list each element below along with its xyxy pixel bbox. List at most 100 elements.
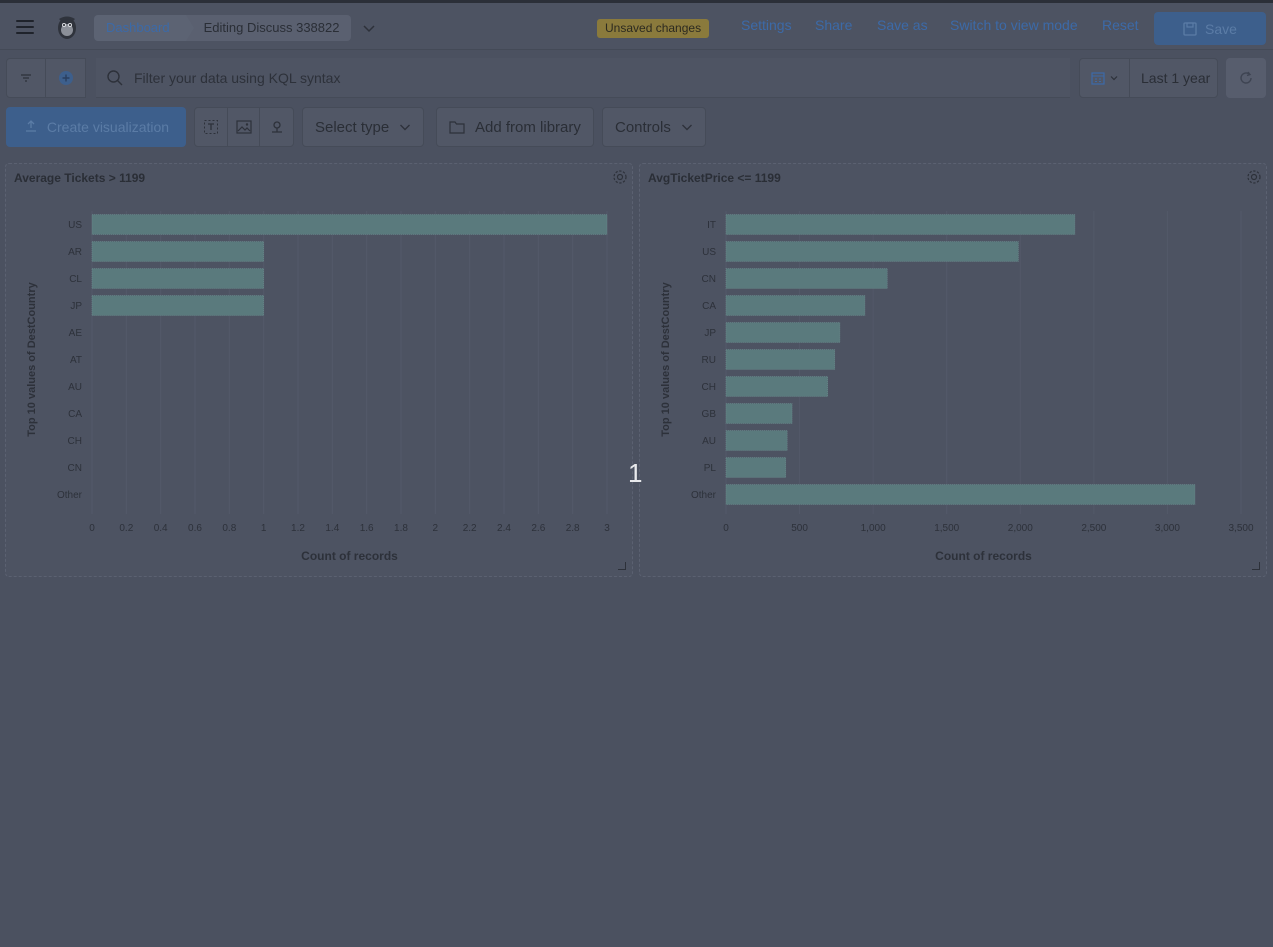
bar [725, 214, 1076, 235]
y-tick-label: CH [702, 382, 716, 393]
x-tick-label: 0.6 [188, 523, 202, 534]
x-tick-label: 1,500 [934, 523, 959, 534]
menu-icon[interactable] [14, 17, 36, 37]
add-map-button[interactable] [260, 108, 293, 146]
filter-icon [21, 74, 31, 82]
y-tick-label: AR [68, 247, 82, 258]
unsaved-changes-badge: Unsaved changes [597, 19, 710, 38]
panel-avg-ticket-price: AvgTicketPrice <= 1199 0 500 1,000 1,500 2,0… [639, 163, 1267, 577]
y-tick-label: JP [704, 328, 716, 339]
bar [725, 268, 888, 289]
resize-handle[interactable] [618, 562, 626, 570]
kql-search-input[interactable]: Filter your data using KQL syntax [96, 58, 1070, 98]
select-type-dropdown[interactable]: Select type [302, 107, 425, 147]
y-tick-label: US [702, 247, 716, 258]
breadcrumb: Dashboard Editing Discuss 338822 [94, 15, 377, 41]
x-tick-label: 0.4 [154, 523, 168, 534]
y-tick-label: JP [70, 301, 82, 312]
y-tick-label: US [68, 220, 82, 231]
x-tick-label: 3 [604, 523, 610, 534]
refresh-icon [1240, 71, 1252, 84]
app-header: Dashboard Editing Discuss 338822 Unsaved… [0, 3, 1273, 50]
bar [725, 430, 788, 451]
bar-chart-average-tickets: 0 0.2 0.4 0.6 0.8 1 1.2 1.4 1.6 1.8 2 2.2 2.4 2.6 2.8 3… [26, 211, 610, 563]
search-icon [107, 69, 123, 85]
x-tick-label: 0.8 [222, 523, 236, 534]
controls-label: Controls [615, 118, 671, 136]
quick-create-group [194, 107, 294, 147]
date-quick-menu-button[interactable] [1080, 59, 1130, 97]
x-tick-label: 2.4 [497, 523, 511, 534]
x-tick-label: 2,000 [1008, 523, 1033, 534]
y-tick-label: IT [707, 220, 716, 231]
y-tick-label: CN [702, 274, 716, 285]
bar-chart-avg-ticket-price: 0 500 1,000 1,500 2,000 2,500 3,000 3,500 IT US CN… [660, 211, 1254, 563]
text-icon [203, 120, 218, 134]
y-tick-label: GB [702, 409, 717, 420]
elastic-logo-icon[interactable] [54, 13, 80, 41]
x-tick-label: 2 [433, 523, 439, 534]
add-text-button[interactable] [195, 108, 228, 146]
x-tick-label: 3,000 [1155, 523, 1180, 534]
y-tick-label: Other [57, 490, 83, 501]
x-tick-label: 1 [261, 523, 267, 534]
date-picker: Last 1 year [1079, 58, 1218, 98]
settings-link[interactable]: Settings [741, 17, 792, 33]
breadcrumb-dashboard[interactable]: Dashboard [94, 15, 194, 41]
add-from-library-button[interactable]: Add from library [436, 107, 594, 147]
x-tick-label: 500 [791, 523, 808, 534]
bar [91, 268, 264, 289]
save-icon [1183, 21, 1197, 36]
bar [725, 403, 793, 424]
y-tick-label: CH [68, 436, 82, 447]
chevron-down-icon [681, 124, 692, 131]
query-bar: Filter your data using KQL syntax Last 1… [6, 58, 1266, 98]
resize-handle[interactable] [1252, 562, 1260, 570]
bar [91, 241, 264, 262]
refresh-button[interactable] [1226, 58, 1266, 98]
panel-average-tickets: Average Tickets > 1199 0 0.2 0.4 0.6 0.8 1 1.2… [5, 163, 633, 577]
x-tick-label: 0.2 [119, 523, 133, 534]
filter-menu-button[interactable] [7, 59, 47, 97]
y-tick-label: CN [68, 463, 82, 474]
time-range-label[interactable]: Last 1 year [1130, 70, 1210, 86]
map-marker-icon [271, 121, 282, 133]
bar [91, 295, 264, 316]
x-tick-label: 2.2 [463, 523, 477, 534]
x-tick-label: 2.8 [566, 523, 580, 534]
controls-dropdown[interactable]: Controls [602, 107, 706, 147]
create-visualization-label: Create visualization [46, 119, 170, 135]
x-tick-label: 1.6 [360, 523, 374, 534]
y-tick-label: AT [70, 355, 82, 366]
x-tick-label: 0 [723, 523, 729, 534]
y-tick-label: PL [704, 463, 717, 474]
y-tick-label: CA [702, 301, 716, 312]
bar [725, 349, 836, 370]
calendar-icon [1090, 72, 1105, 85]
x-tick-label: 3,500 [1228, 523, 1253, 534]
x-tick-label: 0 [89, 523, 95, 534]
save-button[interactable]: Save [1154, 12, 1266, 45]
add-from-library-label: Add from library [475, 118, 581, 136]
add-filter-button[interactable] [46, 59, 85, 97]
visualize-icon [25, 120, 36, 132]
bar [725, 457, 787, 478]
chevron-down-icon[interactable] [361, 20, 377, 36]
y-tick-label: Other [691, 490, 717, 501]
save-label: Save [1205, 20, 1237, 37]
bar [725, 241, 1019, 262]
query-menu-group [6, 58, 86, 98]
plus-circle-icon [58, 71, 73, 85]
x-axis-label: Count of records [935, 549, 1032, 563]
x-tick-label: 1.8 [394, 523, 408, 534]
create-visualization-button[interactable]: Create visualization [6, 107, 186, 147]
bar [91, 214, 608, 235]
select-type-label: Select type [315, 118, 390, 136]
reset-link[interactable]: Reset [1102, 17, 1139, 33]
switch-view-mode-link[interactable]: Switch to view mode [950, 17, 1078, 33]
save-as-link[interactable]: Save as [877, 17, 928, 33]
bar [725, 376, 828, 397]
share-link[interactable]: Share [815, 17, 852, 33]
bar [725, 295, 866, 316]
add-image-button[interactable] [228, 108, 261, 146]
